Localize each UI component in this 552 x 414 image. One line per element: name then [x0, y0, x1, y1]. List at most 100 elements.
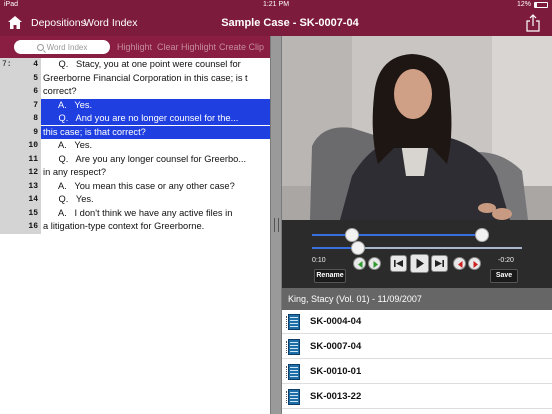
create-clip-button[interactable]: Create Clip — [219, 42, 264, 52]
document-icon — [286, 389, 300, 405]
clip-range-track[interactable] — [312, 234, 484, 236]
line-number: 6 — [33, 87, 38, 96]
word-index-search[interactable]: Word Index — [14, 40, 110, 54]
exhibit-item[interactable]: SK-0007-04 — [282, 335, 552, 359]
exhibit-label: SK-0013-22 — [310, 391, 362, 402]
search-placeholder: Word Index — [46, 42, 88, 52]
transcript-text: a litigation-type context for Greerborne… — [43, 221, 205, 231]
mark-in-forward-button[interactable] — [368, 257, 381, 270]
split-divider[interactable] — [270, 36, 282, 414]
transcript-text: A. You mean this case or any other case? — [43, 180, 235, 191]
document-icon — [286, 339, 300, 355]
app-window: iPad 1:21 PM 12% Depositions Word Index … — [0, 0, 552, 414]
skip-forward-icon — [435, 260, 444, 267]
triangle-right-green-icon — [373, 261, 378, 268]
line-number: 13 — [28, 181, 38, 191]
remaining-time: -0:20 — [498, 257, 514, 264]
play-icon — [416, 258, 424, 269]
transcript-line[interactable]: 9 this case; is that correct? — [0, 125, 270, 139]
transcript-line[interactable]: 5 Greerborne Financial Corporation in thi… — [0, 72, 270, 85]
mark-out-forward-button[interactable] — [468, 257, 481, 270]
transcript-line[interactable]: 12 in any respect? — [0, 166, 270, 179]
triangle-right-red-icon — [473, 261, 478, 268]
line-number: 9 — [33, 127, 38, 137]
status-bar: iPad 1:21 PM 12% — [0, 0, 552, 10]
exhibit-item[interactable]: SK-0013-22 — [282, 385, 552, 409]
document-icon — [286, 364, 300, 380]
transcript-text: in any respect? — [43, 167, 107, 177]
transcript-line[interactable]: 14 Q. Yes. — [0, 193, 270, 206]
transcript-line[interactable]: 10 A. Yes. — [0, 139, 270, 152]
triangle-left-red-icon — [458, 261, 463, 268]
transcript-text: Greerborne Financial Corporation in this… — [43, 72, 248, 83]
battery-icon — [534, 2, 548, 8]
transcript-line[interactable]: 6 correct? — [0, 85, 270, 98]
player-controls: 0:10 -0:20 Rename Save — [282, 220, 552, 288]
deposition-header: King, Stacy (Vol. 01) - 11/09/2007 — [282, 288, 552, 310]
line-number: 5 — [33, 73, 38, 83]
rename-button[interactable]: Rename — [314, 269, 346, 283]
exhibit-label: SK-0004-04 — [310, 316, 362, 327]
transcript-text: A. Yes. — [43, 140, 93, 150]
exhibit-item[interactable]: SK-0010-01 — [282, 360, 552, 384]
battery-percent: 12% — [516, 1, 531, 8]
transcript-pane[interactable]: 7: 4 Q. Stacy, you at one point were coun… — [0, 58, 270, 414]
clock: 1:21 PM — [262, 1, 290, 8]
page-number: 7: — [2, 60, 12, 69]
document-icon — [286, 314, 300, 330]
battery-group: 12% — [517, 0, 548, 10]
skip-back-button[interactable] — [390, 255, 407, 272]
drag-handle-icon[interactable] — [274, 218, 279, 232]
transcript-line[interactable]: 11 Q. Are you any longer counsel for Gre… — [0, 153, 270, 166]
video-frame[interactable] — [282, 36, 552, 220]
line-number: 8 — [33, 114, 38, 123]
playback-position-handle[interactable] — [351, 241, 366, 255]
triangle-left-green-icon — [358, 261, 363, 268]
transcript-text: Q. Yes. — [43, 194, 94, 204]
video-image — [282, 36, 552, 220]
transcript-text: A. Yes. — [41, 98, 270, 112]
highlight-button[interactable]: Highlight — [117, 42, 152, 52]
line-number: 10 — [28, 141, 38, 150]
transcript-text: A. I don't think we have any active file… — [43, 207, 233, 218]
transcript-text: Q. Stacy, you at one point were counsel … — [43, 59, 241, 69]
line-number: 4 — [33, 60, 38, 69]
line-number: 12 — [28, 168, 38, 177]
exhibit-item[interactable]: SK-0004-04 — [282, 310, 552, 334]
transcript-line[interactable]: 13 A. You mean this case or any other ca… — [0, 180, 270, 193]
transcript-text: this case; is that correct? — [41, 125, 270, 139]
line-number: 7 — [33, 100, 38, 110]
transcript-text: Q. Are you any longer counsel for Greerb… — [43, 153, 247, 164]
play-button[interactable] — [410, 254, 429, 273]
transcript-line[interactable]: 7 A. Yes. — [0, 98, 270, 112]
exhibit-label: SK-0007-04 — [310, 341, 362, 352]
clip-start-handle[interactable] — [345, 228, 359, 242]
word-index-link[interactable]: Word Index — [84, 17, 138, 29]
mark-out-back-button[interactable] — [453, 257, 466, 270]
transcript-line[interactable]: 15 A. I don't think we have any active f… — [0, 207, 270, 220]
line-number: 16 — [28, 222, 38, 231]
elapsed-time: 0:10 — [312, 257, 326, 264]
transcript-line[interactable]: 7: 4 Q. Stacy, you at one point were coun… — [0, 58, 270, 71]
home-icon[interactable] — [8, 16, 22, 29]
page-title: Sample Case - SK-0007-04 — [221, 17, 359, 29]
line-number: 14 — [28, 195, 38, 204]
line-number: 15 — [28, 208, 38, 218]
transcript-line[interactable]: 8 Q. And you are no longer counsel for t… — [0, 112, 270, 125]
line-number: 11 — [28, 154, 38, 164]
clear-highlight-button[interactable]: Clear Highlight — [157, 42, 216, 52]
depositions-link[interactable]: Depositions — [31, 17, 86, 29]
transcript-text: Q. And you are no longer counsel for the… — [41, 112, 270, 125]
skip-forward-button[interactable] — [431, 255, 448, 272]
skip-back-icon — [394, 260, 403, 267]
exhibit-label: SK-0010-01 — [310, 366, 362, 377]
transcript-toolbar: Word Index Highlight Clear Highlight Cre… — [0, 36, 270, 58]
exhibit-list: SK-0004-04 SK-0007-04 SK-0010-01 SK-0013-22 — [282, 310, 552, 414]
transcript-text: correct? — [43, 86, 77, 96]
save-button[interactable]: Save — [490, 269, 518, 283]
transcript-line[interactable]: 16 a litigation-type context for Greerbor… — [0, 220, 270, 233]
clip-end-handle[interactable] — [475, 228, 489, 242]
search-icon — [36, 43, 44, 51]
mark-in-back-button[interactable] — [353, 257, 366, 270]
share-icon[interactable] — [526, 14, 540, 32]
